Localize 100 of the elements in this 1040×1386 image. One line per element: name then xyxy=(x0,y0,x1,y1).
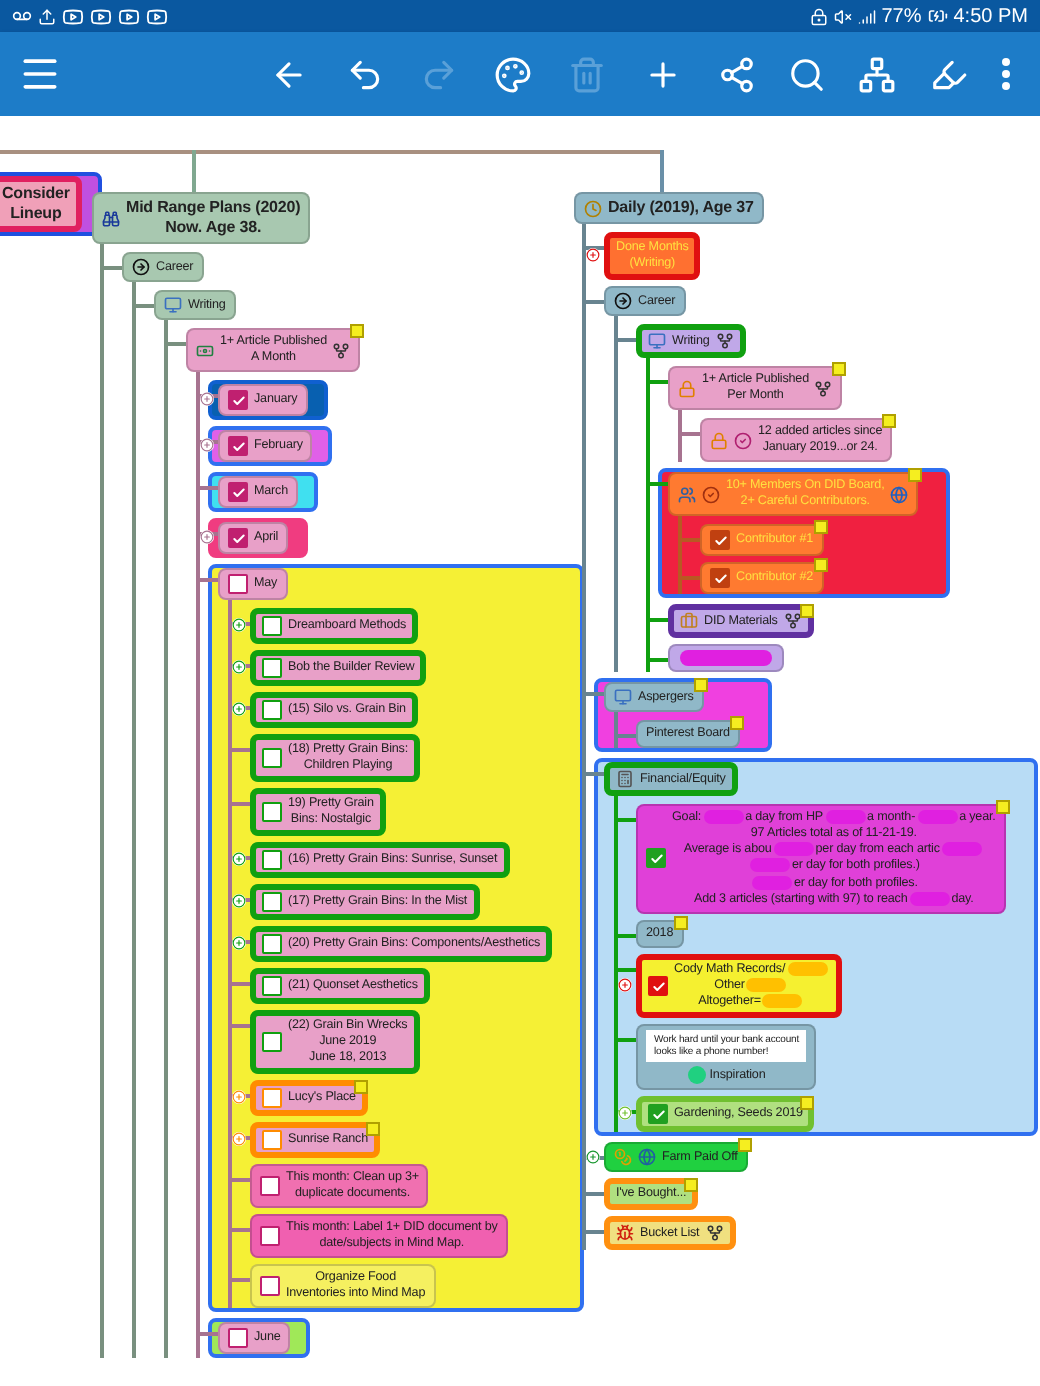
collapse-knob-icon[interactable] xyxy=(200,530,214,544)
checkbox[interactable] xyxy=(228,482,248,502)
clock-icon xyxy=(584,199,602,217)
checkbox[interactable] xyxy=(260,1176,280,1196)
checkbox[interactable] xyxy=(710,530,730,550)
link-icon[interactable] xyxy=(705,1224,724,1243)
link-icon[interactable] xyxy=(715,332,734,350)
note-marker-icon[interactable] xyxy=(832,362,847,376)
people-icon xyxy=(678,485,696,503)
checkbox[interactable] xyxy=(262,616,282,636)
video-app-icon xyxy=(146,5,168,27)
collapse-knob-icon[interactable] xyxy=(232,852,246,866)
checkbox[interactable] xyxy=(648,1104,668,1125)
check-circle-icon xyxy=(734,431,752,449)
mind-map-node[interactable]: Mid Range Plans (2020) Now. Age 38. xyxy=(92,192,311,244)
checkbox[interactable] xyxy=(228,1328,248,1348)
mute-icon xyxy=(833,7,852,25)
note-marker-icon[interactable] xyxy=(813,558,828,572)
note-marker-icon[interactable] xyxy=(737,1138,752,1153)
checkbox[interactable] xyxy=(262,748,282,768)
collapse-knob-icon[interactable] xyxy=(586,248,600,262)
checkbox[interactable] xyxy=(228,436,248,456)
checkbox[interactable] xyxy=(262,1130,282,1150)
note-marker-icon[interactable] xyxy=(693,678,708,692)
collapse-knob-icon[interactable] xyxy=(586,1149,600,1164)
checkbox[interactable] xyxy=(228,574,248,594)
share-icon xyxy=(717,55,756,93)
collapse-knob-icon[interactable] xyxy=(200,392,214,406)
monitor-icon xyxy=(614,688,632,706)
banknote-icon xyxy=(196,341,214,359)
calculator-icon xyxy=(616,770,634,788)
video-app-icon xyxy=(62,5,84,27)
battery-percent: 77% xyxy=(881,5,922,27)
collapse-knob-icon[interactable] xyxy=(232,660,246,674)
checkbox[interactable] xyxy=(262,658,282,678)
note-marker-icon[interactable] xyxy=(684,1178,699,1193)
arrow-circle-icon xyxy=(614,292,632,310)
coins-icon xyxy=(614,1148,632,1167)
checkbox[interactable] xyxy=(262,934,282,954)
node-label: Consider Lineup xyxy=(2,184,70,224)
note-marker-icon[interactable] xyxy=(366,1122,381,1136)
note-marker-icon[interactable] xyxy=(350,324,365,338)
note-marker-icon[interactable] xyxy=(729,716,744,730)
note-marker-icon[interactable] xyxy=(800,1096,815,1111)
circle-icon xyxy=(687,1066,706,1085)
video-app-icon xyxy=(90,5,112,27)
checkbox[interactable] xyxy=(228,390,248,410)
collapse-knob-icon[interactable] xyxy=(618,978,632,993)
checkbox[interactable] xyxy=(260,1226,280,1246)
tree-structure-icon xyxy=(858,55,897,93)
collapse-knob-icon[interactable] xyxy=(232,618,246,632)
checkbox[interactable] xyxy=(262,1088,282,1108)
checkbox[interactable] xyxy=(262,802,282,822)
mind-map-node[interactable]: Consider Lineup xyxy=(0,176,82,232)
lock-icon xyxy=(678,379,696,397)
note-marker-icon[interactable] xyxy=(673,915,688,930)
checkbox[interactable] xyxy=(710,568,730,588)
lock-icon xyxy=(809,7,828,25)
monitor-icon xyxy=(648,332,666,350)
more-icon xyxy=(1001,58,1010,90)
checkbox[interactable] xyxy=(262,700,282,720)
note-marker-icon[interactable] xyxy=(908,468,923,482)
link-icon[interactable] xyxy=(332,341,351,359)
collapse-knob-icon[interactable] xyxy=(232,936,246,950)
globe-icon xyxy=(890,485,909,503)
monitor-icon xyxy=(164,296,182,314)
checkbox[interactable] xyxy=(262,850,282,870)
checkbox[interactable] xyxy=(262,1032,282,1052)
link-icon[interactable] xyxy=(814,379,833,397)
upload-icon xyxy=(38,7,56,25)
checkbox[interactable] xyxy=(262,976,282,996)
note-marker-icon[interactable] xyxy=(882,414,897,428)
checkbox[interactable] xyxy=(228,528,248,548)
search-icon xyxy=(788,55,827,93)
mind-map-node[interactable] xyxy=(668,644,784,672)
check-circle-icon xyxy=(702,485,720,503)
checkbox[interactable] xyxy=(260,1276,280,1296)
battery-icon xyxy=(927,6,948,26)
collapse-knob-icon[interactable] xyxy=(232,894,246,908)
collapse-knob-icon[interactable] xyxy=(200,438,214,452)
video-app-icon xyxy=(118,5,140,27)
voicemail-icon xyxy=(12,6,32,26)
note-marker-icon[interactable] xyxy=(353,1080,368,1094)
note-marker-icon[interactable] xyxy=(799,604,814,618)
palette-icon xyxy=(494,55,533,93)
binoculars-icon xyxy=(102,209,120,227)
collapse-knob-icon[interactable] xyxy=(232,702,246,716)
mind-map-node[interactable] xyxy=(636,804,1006,914)
undo-icon xyxy=(345,55,384,93)
node-label: Mid Range Plans (2020) Now. Age 38. xyxy=(126,198,301,238)
checkbox[interactable] xyxy=(262,892,282,912)
checkbox[interactable] xyxy=(646,848,666,869)
link-icon[interactable] xyxy=(783,612,802,630)
note-marker-icon[interactable] xyxy=(995,800,1010,814)
mind-map-node[interactable]: Daily (2019), Age 37 xyxy=(574,192,764,224)
marker-icon xyxy=(929,55,968,93)
trash-icon xyxy=(568,55,607,93)
note-marker-icon[interactable] xyxy=(813,520,828,534)
lock-icon xyxy=(710,431,728,449)
checkbox[interactable] xyxy=(648,976,668,997)
